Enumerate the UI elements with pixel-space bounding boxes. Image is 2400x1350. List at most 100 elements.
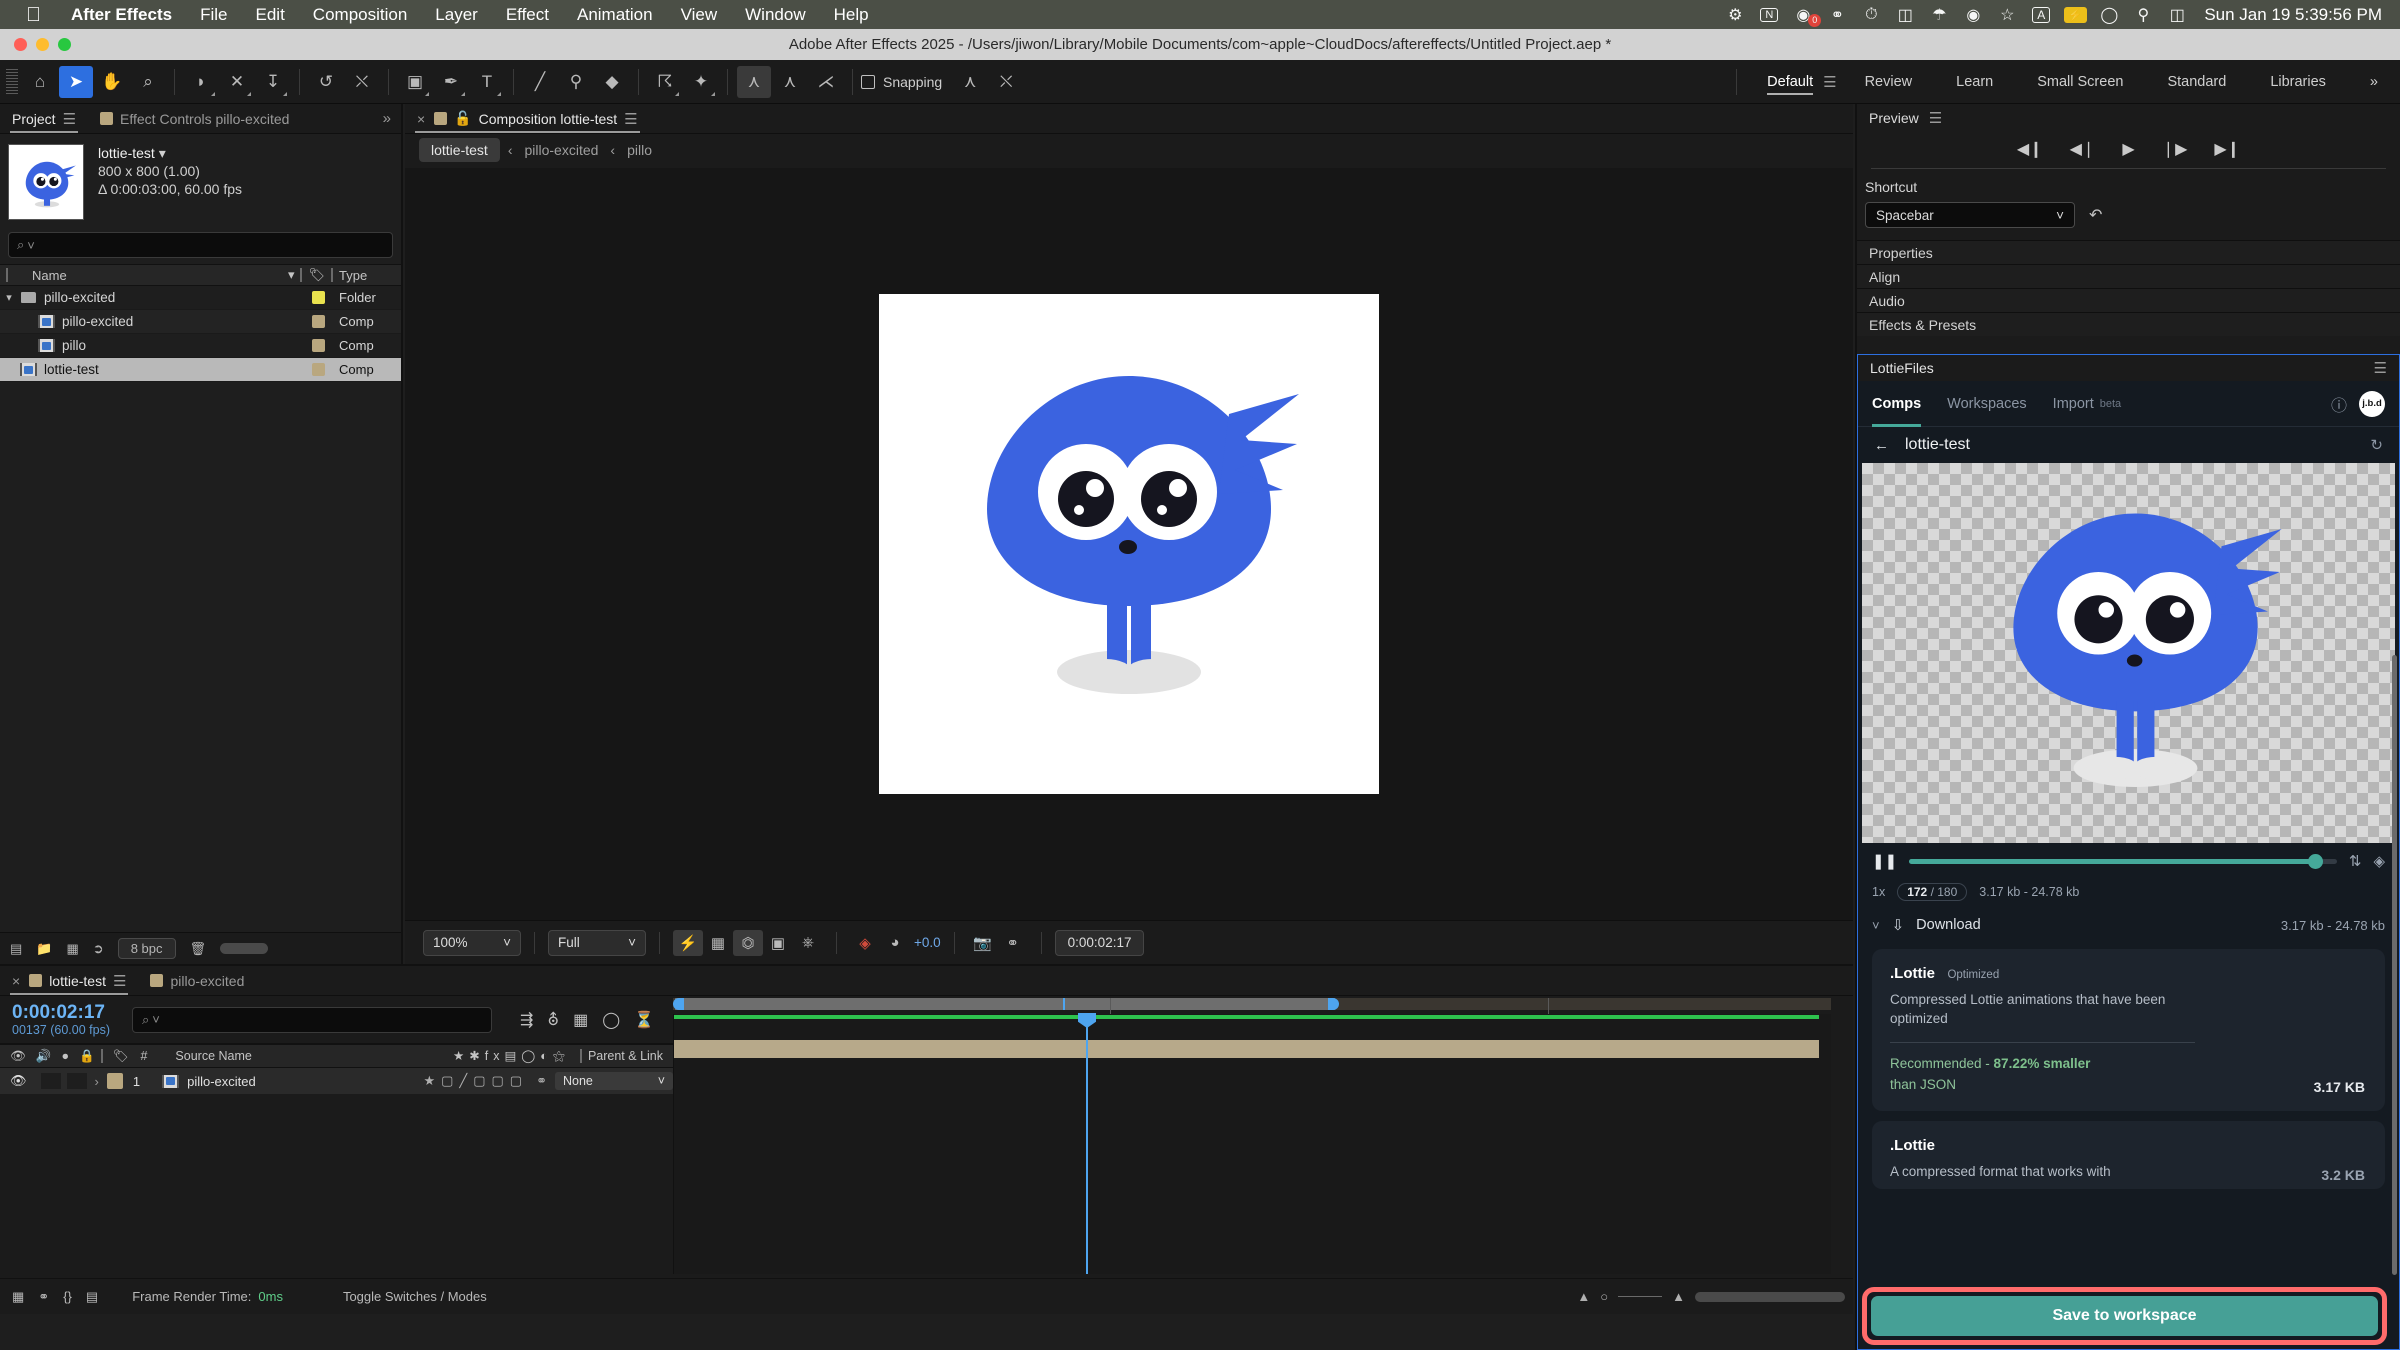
close-window-button[interactable] <box>14 38 27 51</box>
menu-edit[interactable]: Edit <box>242 5 299 25</box>
timeline-panel-menu-icon[interactable]: ☰ <box>113 972 126 990</box>
label-swatch[interactable] <box>312 363 325 376</box>
close-icon[interactable]: × <box>417 111 425 127</box>
channel-icon[interactable]: ◈ <box>850 930 880 956</box>
chevron-down-icon[interactable]: ˅ <box>1872 918 1880 933</box>
breadcrumb-lottie-test[interactable]: lottie-test <box>419 138 500 162</box>
render-icon[interactable]: ➲ <box>93 941 104 957</box>
label-swatch[interactable] <box>312 315 325 328</box>
control-center-icon[interactable]: ◫ <box>2160 5 2194 25</box>
maximize-window-button[interactable] <box>58 38 71 51</box>
creative-cloud-icon[interactable]: ⚭ <box>1820 5 1854 25</box>
list-item[interactable]: ▾ pillo-excited Folder <box>0 286 401 310</box>
home-icon[interactable]: ⌂ <box>23 66 57 98</box>
clone-stamp-tool[interactable]: ⚲ <box>559 66 593 98</box>
composition-canvas[interactable] <box>879 294 1379 794</box>
play-button[interactable]: ▶ <box>2122 139 2134 159</box>
zoom-slider-handle[interactable]: ○ <box>1600 1289 1608 1304</box>
timeline-graph-area[interactable] <box>673 1013 1831 1274</box>
avatar[interactable]: j.b.d <box>2359 390 2385 417</box>
toggle-switches-modes-button[interactable]: Toggle Switches / Modes <box>343 1289 487 1304</box>
fast-previews-icon[interactable]: ⚡ <box>673 929 703 956</box>
snapping-checkbox[interactable] <box>861 74 875 89</box>
timeline-search-input[interactable]: ⌕ ˅ <box>132 1006 492 1033</box>
list-item[interactable]: pillo-excited Comp <box>0 310 401 334</box>
first-frame-button[interactable]: ◀❙ <box>2017 139 2043 159</box>
accordion-effects-presets[interactable]: Effects & Presets <box>1857 312 2400 336</box>
menu-view[interactable]: View <box>667 5 732 25</box>
back-arrow-icon[interactable]: ← <box>1874 437 1889 454</box>
help-icon[interactable]: ⓘ <box>2331 392 2347 416</box>
parent-link-select[interactable]: None ˅ <box>555 1072 673 1090</box>
puppet-tool[interactable]: ✦ <box>684 66 718 98</box>
menu-help[interactable]: Help <box>820 5 883 25</box>
lock-icon[interactable]: 🔒 <box>69 1049 95 1064</box>
column-name-header[interactable]: Name <box>14 268 288 283</box>
rectangle-split-icon[interactable]: ◫ <box>1888 5 1922 25</box>
lock-icon[interactable]: 🔓 <box>454 110 471 127</box>
pan-behind-tool[interactable]: ✕ <box>220 66 254 98</box>
accordion-properties[interactable]: Properties <box>1857 240 2400 264</box>
exposure-value[interactable]: +0.0 <box>914 935 941 950</box>
player-progress-knob[interactable] <box>2308 853 2324 869</box>
work-area-span[interactable] <box>675 998 1335 1010</box>
close-icon[interactable]: × <box>12 973 20 989</box>
layer-source-name[interactable]: pillo-excited <box>187 1074 256 1089</box>
wifi-icon[interactable]: ◯ <box>2092 5 2126 25</box>
comp-flowchart-icon[interactable]: ⎈ <box>793 930 823 956</box>
project-item-dropdown-icon[interactable]: ▾ <box>159 145 166 161</box>
theme-icon[interactable]: ◈ <box>2373 852 2385 870</box>
reset-icon[interactable]: ↶ <box>2089 205 2102 225</box>
show-snapshot-icon[interactable]: ⚭ <box>998 930 1028 956</box>
list-item[interactable]: pillo Comp <box>0 334 401 358</box>
last-frame-button[interactable]: ▶❙ <box>2214 139 2240 159</box>
rig-add-icon[interactable]: ⋏ <box>773 66 807 98</box>
download-option-lottie-optimized[interactable]: .Lottie Optimized Compressed Lottie anim… <box>1872 949 2385 1111</box>
tab-import[interactable]: Import beta <box>2053 381 2122 427</box>
draft-3d-icon[interactable]: ⛢ <box>547 1010 559 1030</box>
playhead-knob[interactable] <box>1078 1013 1096 1028</box>
input-source-icon[interactable]: A <box>2024 6 2058 23</box>
resolution-select[interactable]: Full ˅ <box>548 929 646 956</box>
project-overflow-button[interactable]: » <box>383 110 401 127</box>
download-section-header[interactable]: ˅ ⇩ Download 3.17 kb - 24.78 kb <box>1858 905 2399 945</box>
selection-tool[interactable]: ➤ <box>59 65 93 98</box>
type-tool[interactable]: T <box>470 66 504 98</box>
lottiefiles-panel-menu-icon[interactable]: ☰ <box>2374 359 2387 377</box>
breadcrumb-pillo[interactable]: pillo <box>623 138 656 162</box>
composition-mini-flowchart-icon[interactable]: ⇶ <box>520 1010 533 1030</box>
tab-effect-controls[interactable]: Effect Controls pillo-excited <box>88 104 301 134</box>
solo-icon[interactable]: ● <box>51 1049 69 1063</box>
minimize-window-button[interactable] <box>36 38 49 51</box>
viewer-timecode[interactable]: 0:00:02:17 <box>1054 929 1145 956</box>
graph-editor-icon[interactable]: ⏳ <box>634 1010 654 1030</box>
new-project-icon[interactable]: ▤ <box>10 941 22 957</box>
menu-file[interactable]: File <box>186 5 241 25</box>
opera-icon[interactable]: ◉ 0 <box>1786 5 1822 27</box>
visibility-icon[interactable]: 👁 <box>0 1049 26 1064</box>
expression-icon[interactable]: {} <box>63 1289 72 1304</box>
menu-window[interactable]: Window <box>731 5 819 25</box>
column-parent-link-header[interactable]: Parent & Link <box>588 1049 673 1063</box>
save-to-workspace-button[interactable]: Save to workspace <box>1871 1296 2378 1336</box>
loop-icon[interactable]: ⇅ <box>2349 852 2362 870</box>
tab-workspaces[interactable]: Workspaces <box>1947 381 2027 427</box>
tab-timeline-lottie-test[interactable]: × lottie-test ☰ <box>0 966 138 996</box>
layer-solo-toggle[interactable] <box>66 1073 87 1089</box>
tab-comps[interactable]: Comps <box>1872 381 1922 427</box>
new-comp-icon[interactable]: ▦ <box>66 941 78 957</box>
workspace-libraries[interactable]: Libraries <box>2248 60 2348 104</box>
work-area-end-handle[interactable] <box>1328 998 1339 1010</box>
layer-switches[interactable]: ★▢╱▢▢▢ <box>423 1073 528 1089</box>
playback-speed[interactable]: 1x <box>1872 885 1885 899</box>
composition-panel-menu-icon[interactable]: ☰ <box>624 110 637 128</box>
siri-icon[interactable]: ☆ <box>1990 5 2024 25</box>
search-icon[interactable]: ⚲ <box>2126 5 2160 25</box>
frame-counter[interactable]: 172 / 180 <box>1897 883 1968 901</box>
work-area-start-handle[interactable] <box>673 998 684 1010</box>
stopwatch-icon[interactable]: ⏱ <box>1854 6 1888 24</box>
zoom-tool[interactable]: ⌕ <box>131 66 165 98</box>
workspace-default[interactable]: Default <box>1745 60 1835 104</box>
menu-bar-clock[interactable]: Sun Jan 19 5:39:56 PM <box>2204 5 2382 25</box>
menu-effect[interactable]: Effect <box>492 5 563 25</box>
